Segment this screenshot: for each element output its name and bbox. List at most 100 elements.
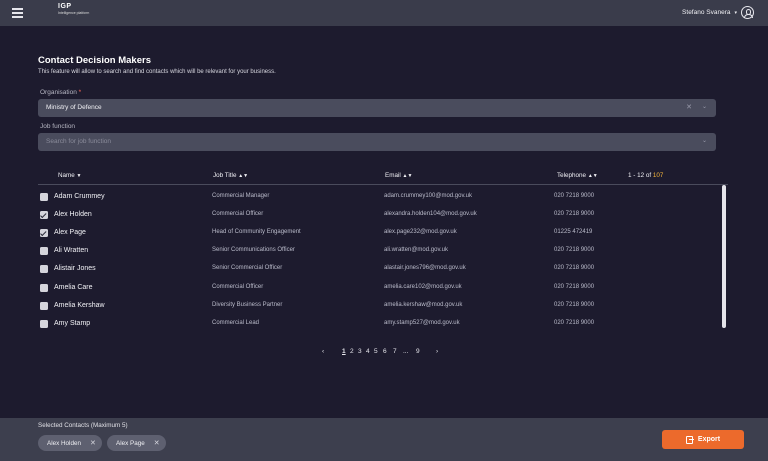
- contact-name: Amelia Kershaw: [54, 302, 105, 309]
- contact-name: Alistair Jones: [54, 265, 96, 272]
- contact-job-title: Senior Commercial Officer: [212, 265, 283, 271]
- job-function-placeholder: Search for job function: [46, 138, 112, 145]
- results-range-text: 1 - 12 of: [628, 172, 652, 179]
- contact-email: ali.wratten@mod.gov.uk: [384, 247, 449, 253]
- chip-label: Alex Holden: [47, 440, 81, 447]
- contact-telephone: 020 7218 9000: [554, 193, 595, 199]
- clear-icon[interactable]: ✕: [686, 103, 692, 111]
- column-header-job-title-label: Job Title: [213, 172, 237, 179]
- contact-name: Alex Holden: [54, 211, 92, 218]
- page-7[interactable]: 7: [393, 348, 397, 355]
- column-header-email[interactable]: Email ▲▼: [385, 172, 412, 179]
- organisation-select[interactable]: Ministry of Defence ✕ ⌄: [38, 99, 716, 117]
- organisation-label: Organisation *: [40, 89, 81, 96]
- row-checkbox[interactable]: [40, 211, 48, 219]
- contact-job-title: Commercial Officer: [212, 211, 264, 217]
- page-ellipsis: ...: [403, 348, 409, 355]
- column-header-job-title[interactable]: Job Title ▲▼: [213, 172, 248, 179]
- table-row[interactable]: Amy Stamp Commercial Lead amy.stamp527@m…: [38, 316, 718, 334]
- page-4[interactable]: 4: [366, 348, 370, 355]
- export-label: Export: [697, 436, 721, 443]
- contact-job-title: Senior Communications Officer: [212, 247, 295, 253]
- table-row[interactable]: Alex Page Head of Community Engagement a…: [38, 225, 718, 243]
- sort-down-icon[interactable]: ▼: [77, 173, 82, 179]
- column-header-email-label: Email: [385, 172, 401, 179]
- results-total: 107: [652, 172, 664, 179]
- logo-text: IGP: [58, 3, 72, 10]
- contact-email: alex.page232@mod.gov.uk: [384, 229, 457, 235]
- page-2[interactable]: 2: [350, 348, 354, 355]
- table-row[interactable]: Alistair Jones Senior Commercial Officer…: [38, 261, 718, 279]
- table-header-divider: [38, 184, 728, 185]
- row-checkbox[interactable]: [40, 320, 48, 328]
- required-marker: *: [78, 89, 82, 96]
- row-checkbox[interactable]: [40, 284, 48, 292]
- sort-down-icon[interactable]: ▼: [593, 173, 598, 179]
- contact-email: amy.stamp527@mod.gov.uk: [384, 320, 460, 326]
- user-avatar-icon[interactable]: [741, 6, 754, 19]
- page-3[interactable]: 3: [358, 348, 362, 355]
- contact-name: Amelia Care: [54, 284, 93, 291]
- user-name: Stefano Svanera: [682, 9, 731, 16]
- table-row[interactable]: Amelia Care Commercial Officer amelia.ca…: [38, 280, 718, 298]
- page-1[interactable]: 1: [342, 348, 346, 355]
- user-menu[interactable]: Stefano Svanera ▾: [682, 6, 754, 19]
- job-function-select[interactable]: Search for job function ⌄: [38, 133, 716, 151]
- contact-telephone: 020 7218 9000: [554, 284, 595, 290]
- app-logo[interactable]: IGP Intelligence platform: [58, 3, 98, 23]
- page-6[interactable]: 6: [383, 348, 387, 355]
- contact-name: Adam Crummey: [54, 193, 105, 200]
- chip-label: Alex Page: [116, 440, 145, 447]
- export-button[interactable]: Export: [662, 430, 744, 449]
- prev-page-button[interactable]: ‹: [322, 348, 324, 355]
- organisation-label-text: Organisation: [40, 89, 77, 96]
- row-checkbox[interactable]: [40, 247, 48, 255]
- contact-telephone: 020 7218 9000: [554, 211, 595, 217]
- job-function-label: Job function: [40, 123, 76, 130]
- contact-telephone: 01225 472419: [554, 229, 593, 235]
- organisation-value: Ministry of Defence: [46, 104, 102, 111]
- page-title: Contact Decision Makers: [38, 55, 151, 66]
- contact-job-title: Commercial Manager: [212, 193, 270, 199]
- contact-telephone: 020 7218 9000: [554, 265, 595, 271]
- table-scrollbar[interactable]: [722, 185, 726, 328]
- contact-name: Alex Page: [54, 229, 86, 236]
- row-checkbox[interactable]: [40, 302, 48, 310]
- selected-contact-chip: Alex Page ✕: [107, 435, 166, 451]
- contact-job-title: Diversity Business Partner: [212, 302, 283, 308]
- contact-name: Ali Wratten: [54, 247, 89, 254]
- contact-email: alexandra.holden104@mod.gov.uk: [384, 211, 477, 217]
- column-header-name-label: Name: [58, 172, 75, 179]
- chevron-down-icon[interactable]: ⌄: [702, 137, 707, 144]
- top-bar: IGP Intelligence platform Stefano Svaner…: [0, 0, 768, 26]
- sort-down-icon[interactable]: ▼: [407, 173, 412, 179]
- page-5[interactable]: 5: [374, 348, 378, 355]
- table-row[interactable]: Alex Holden Commercial Officer alexandra…: [38, 207, 718, 225]
- next-page-button[interactable]: ›: [436, 348, 438, 355]
- row-checkbox[interactable]: [40, 229, 48, 237]
- table-row[interactable]: Ali Wratten Senior Communications Office…: [38, 243, 718, 261]
- contact-job-title: Head of Community Engagement: [212, 229, 301, 235]
- page-description: This feature will allow to search and fi…: [38, 69, 276, 75]
- sort-down-icon[interactable]: ▼: [243, 173, 248, 179]
- column-header-telephone[interactable]: Telephone ▲▼: [557, 172, 598, 179]
- results-range: 1 - 12 of 107: [628, 172, 663, 179]
- contact-name: Amy Stamp: [54, 320, 91, 327]
- contact-email: amelia.kershaw@mod.gov.uk: [384, 302, 463, 308]
- remove-chip-icon[interactable]: ✕: [154, 440, 160, 447]
- contact-email: alastair.jones796@mod.gov.uk: [384, 265, 466, 271]
- contact-email: amelia.care102@mod.gov.uk: [384, 284, 462, 290]
- row-checkbox[interactable]: [40, 265, 48, 273]
- table-row[interactable]: Adam Crummey Commercial Manager adam.cru…: [38, 189, 718, 207]
- chevron-down-icon[interactable]: ⌄: [702, 103, 707, 110]
- contact-telephone: 020 7218 9000: [554, 302, 595, 308]
- contact-job-title: Commercial Officer: [212, 284, 264, 290]
- hamburger-menu-icon[interactable]: [12, 8, 23, 18]
- logo-subtext: Intelligence platform: [58, 11, 90, 15]
- row-checkbox[interactable]: [40, 193, 48, 201]
- remove-chip-icon[interactable]: ✕: [90, 440, 96, 447]
- table-row[interactable]: Amelia Kershaw Diversity Business Partne…: [38, 298, 718, 316]
- page-9[interactable]: 9: [416, 348, 420, 355]
- contact-job-title: Commercial Lead: [212, 320, 260, 326]
- column-header-name[interactable]: Name ▼: [58, 172, 82, 179]
